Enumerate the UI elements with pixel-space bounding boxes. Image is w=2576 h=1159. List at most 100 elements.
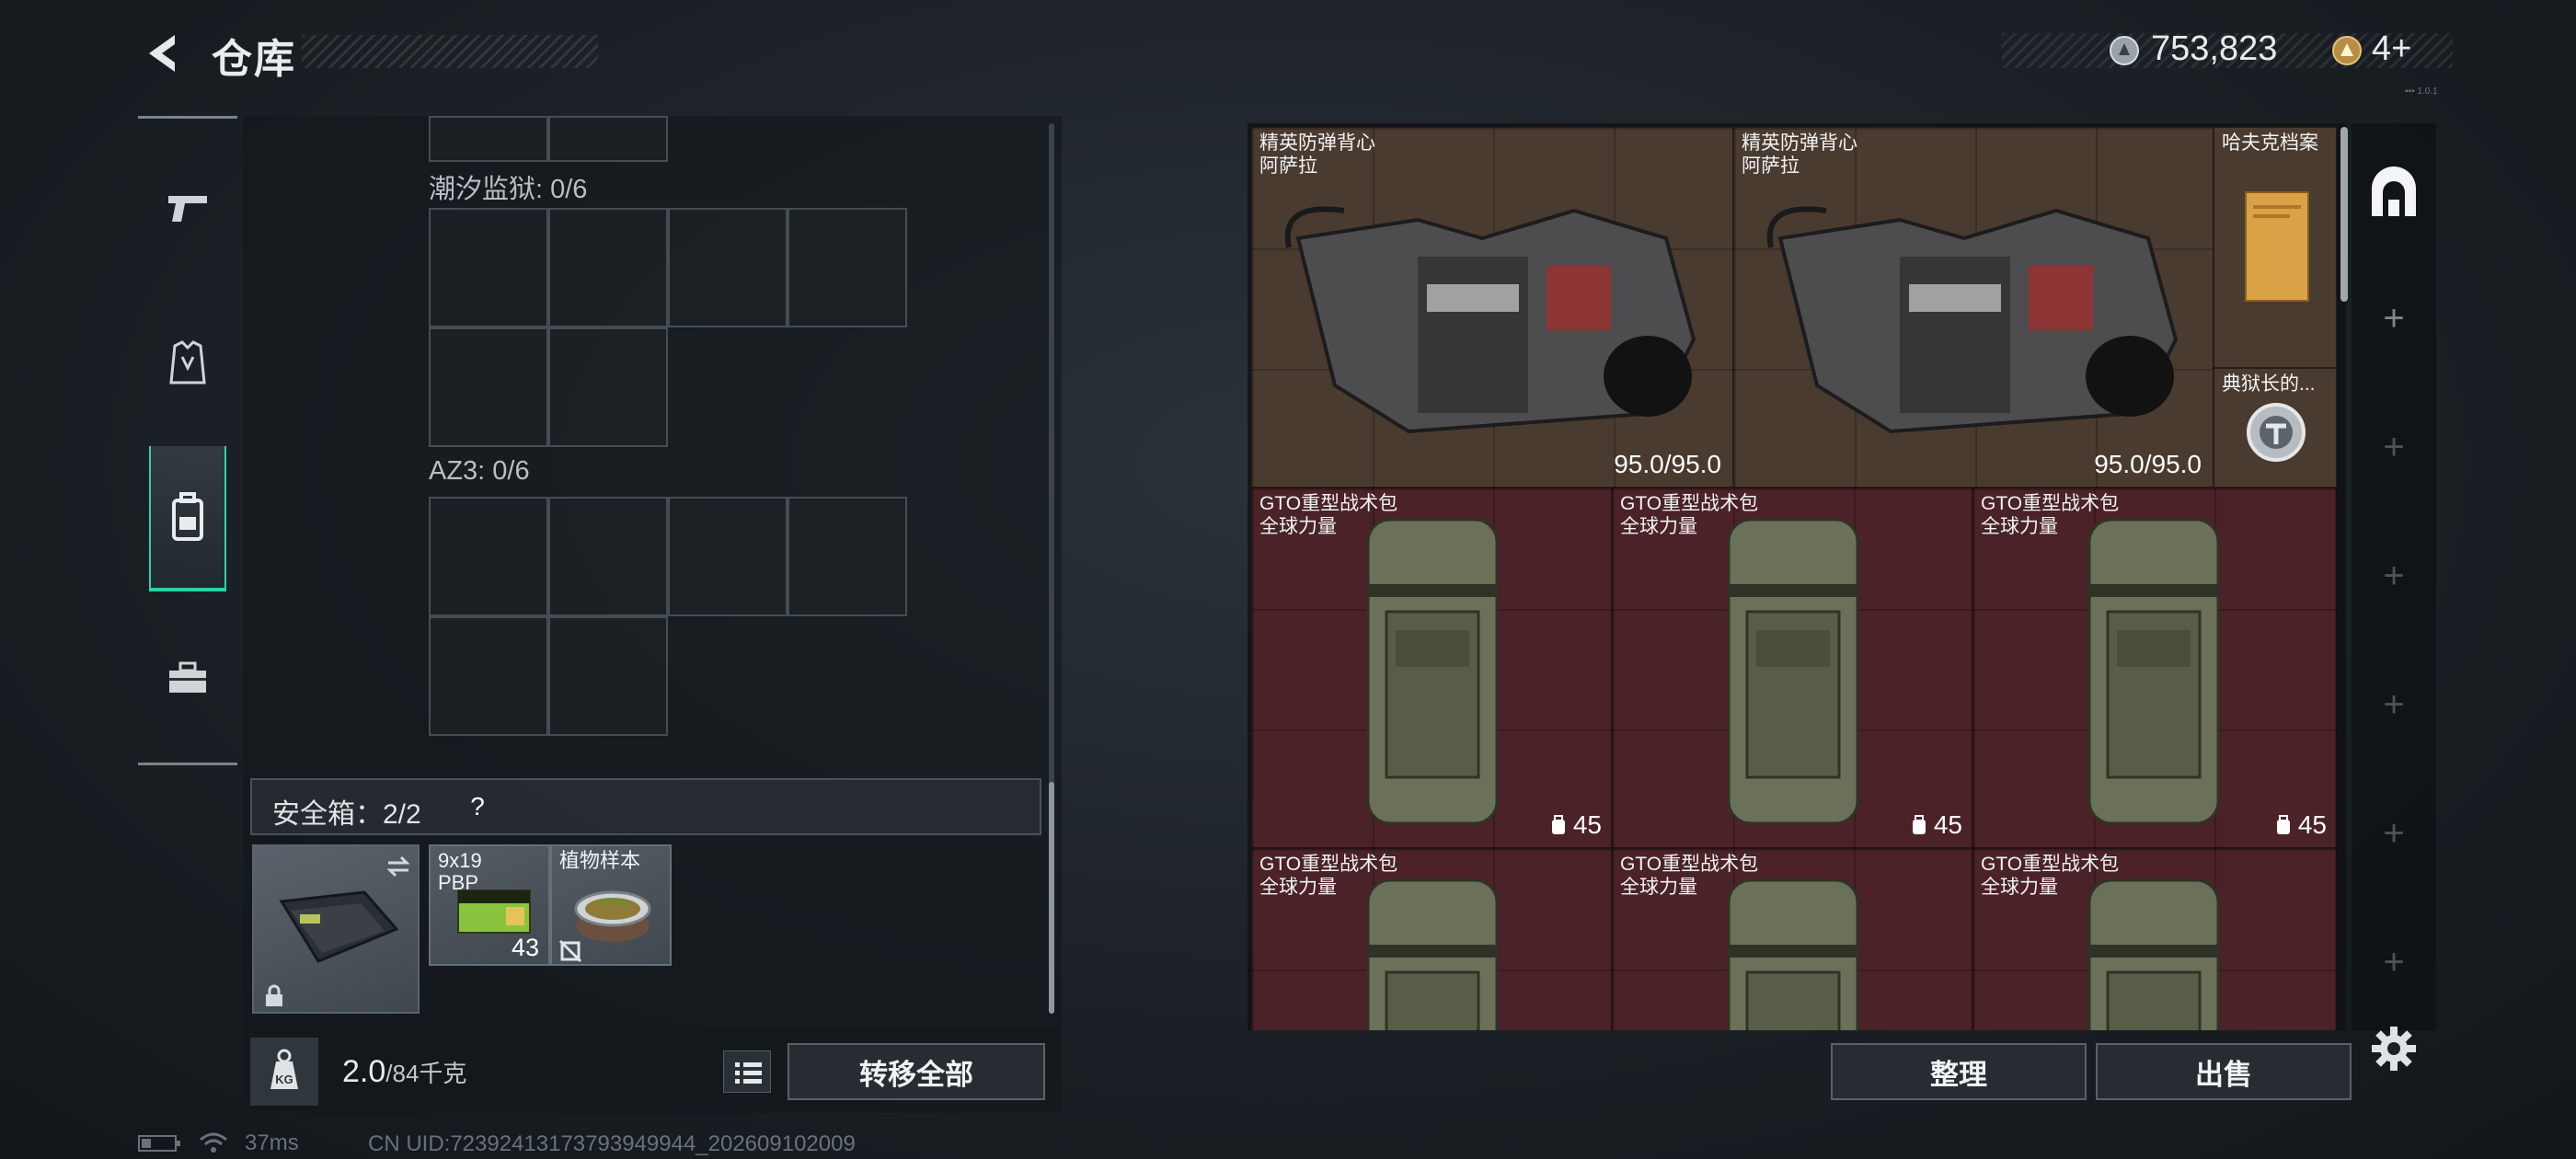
help-button[interactable]: ? xyxy=(460,789,495,824)
backpack-graphic xyxy=(1366,518,1499,825)
plus-icon: + xyxy=(2383,683,2405,725)
armor-vest-graphic xyxy=(1284,206,1696,434)
item-capacity: 45 xyxy=(1549,810,1602,840)
category-armor[interactable] xyxy=(149,317,226,409)
add-stash-tab-button[interactable]: + xyxy=(2374,427,2414,467)
sort-button[interactable]: 整理 xyxy=(1831,1043,2087,1100)
plus-icon: + xyxy=(2383,812,2405,854)
stash-item-vest[interactable]: 精英防弹背心 阿萨拉 95.0/95.0 xyxy=(1251,127,1733,488)
weight-icon: KG xyxy=(270,1049,298,1089)
item-name: 典狱长的... xyxy=(2222,373,2316,395)
capacity-value: 45 xyxy=(2297,810,2327,839)
section-label-az3: AZ3: 0/6 xyxy=(429,456,530,486)
uid-text: CN UID:72392413173793949944_202609102009 xyxy=(368,1131,856,1156)
add-stash-tab-button[interactable]: + xyxy=(2374,942,2414,982)
back-button[interactable] xyxy=(138,28,190,79)
backpack-small-icon xyxy=(1912,815,1926,834)
slot[interactable] xyxy=(668,208,788,327)
add-stash-tab-button[interactable]: + xyxy=(2374,298,2414,339)
item-name: 哈夫克档案 xyxy=(2222,132,2318,154)
armor-vest-graphic xyxy=(1766,206,2179,434)
medal-graphic xyxy=(2247,403,2306,462)
back-arrow-icon xyxy=(149,35,175,72)
backpack-graphic xyxy=(1727,878,1859,1030)
sell-button[interactable]: 出售 xyxy=(2096,1043,2352,1100)
ping-value: 37ms xyxy=(245,1130,299,1155)
pistol-icon xyxy=(168,196,207,222)
backpack-small-icon xyxy=(2276,815,2290,834)
safebox-graphic xyxy=(279,890,399,963)
no-trade-icon xyxy=(558,939,582,963)
backpack-small-icon xyxy=(1551,815,1565,834)
backpack-graphic xyxy=(1727,518,1859,825)
swap-icon xyxy=(386,855,410,878)
slot[interactable] xyxy=(668,497,788,616)
coin-balance: 753,823 xyxy=(2151,29,2278,68)
stash-item-vest[interactable]: 精英防弹背心 阿萨拉 95.0/95.0 xyxy=(1733,127,2214,488)
transfer-all-button[interactable]: 转移全部 xyxy=(788,1043,1045,1100)
stash-item-backpack[interactable]: GTO重型战术包 全球力量 45 xyxy=(1612,488,1972,848)
stash-item-backpack[interactable]: GTO重型战术包 全球力量 xyxy=(1612,848,1972,1030)
item-name: 精英防弹背心 阿萨拉 xyxy=(1742,132,1857,177)
title-decoration xyxy=(302,35,598,68)
armor-vest-icon xyxy=(169,340,206,384)
item-count: 43 xyxy=(511,934,539,961)
wifi-icon xyxy=(200,1132,227,1153)
weight-max: /84千克 xyxy=(385,1060,467,1087)
document-folder-graphic xyxy=(2245,191,2309,302)
backpack-graphic xyxy=(1366,878,1499,1030)
stash-item-backpack[interactable]: GTO重型战术包 全球力量 xyxy=(1972,848,2337,1030)
coin-icon xyxy=(2109,35,2140,66)
settings-button[interactable] xyxy=(2368,1023,2420,1074)
item-name: 植物样本 xyxy=(559,849,641,872)
slot[interactable] xyxy=(548,327,668,447)
plant-sample-item[interactable]: 植物样本 xyxy=(550,844,672,966)
premium-coin-icon xyxy=(2331,35,2363,66)
item-name: 精英防弹背心 阿萨拉 xyxy=(1259,132,1375,177)
slot[interactable] xyxy=(548,208,668,327)
premium-balance[interactable]: 4+ xyxy=(2372,29,2411,69)
ammo-item[interactable]: 9x19 PBP 43 xyxy=(429,844,550,966)
slot[interactable] xyxy=(429,327,548,447)
add-stash-tab-button[interactable]: + xyxy=(2374,556,2414,596)
category-weapons[interactable] xyxy=(149,161,226,253)
slot[interactable] xyxy=(548,497,668,616)
status-bar: 37ms xyxy=(138,1130,299,1157)
backpack-icon xyxy=(172,492,203,541)
backpack-graphic xyxy=(2087,518,2220,825)
item-durability: 95.0/95.0 xyxy=(2094,450,2202,478)
add-stash-tab-button[interactable]: + xyxy=(2374,813,2414,854)
slot[interactable] xyxy=(429,208,548,327)
stash-scroll-thumb[interactable] xyxy=(2340,127,2348,302)
slot[interactable] xyxy=(429,116,548,162)
capacity-value: 45 xyxy=(1572,810,1602,839)
item-capacity: 45 xyxy=(2274,810,2327,840)
slot[interactable] xyxy=(788,208,907,327)
stash-item-backpack[interactable]: GTO重型战术包 全球力量 45 xyxy=(1251,488,1612,848)
stash-icon xyxy=(2372,166,2416,216)
slot[interactable] xyxy=(788,497,907,616)
stash-item-file[interactable]: 哈夫克档案 xyxy=(2214,127,2337,368)
ammo-box-graphic xyxy=(457,889,531,934)
list-view-button[interactable] xyxy=(723,1050,771,1093)
slot[interactable] xyxy=(548,116,668,162)
toolbox-icon xyxy=(169,661,206,693)
category-backpack[interactable] xyxy=(149,446,226,591)
gear-icon xyxy=(2372,1027,2416,1071)
slot[interactable] xyxy=(429,497,548,616)
slot[interactable] xyxy=(429,616,548,736)
stash-item-warden[interactable]: 典狱长的... xyxy=(2214,368,2337,488)
category-tools[interactable] xyxy=(149,632,226,724)
battery-icon xyxy=(138,1135,180,1152)
slot[interactable] xyxy=(548,616,668,736)
capacity-value: 45 xyxy=(1933,810,1962,839)
stash-grid: 精英防弹背心 阿萨拉 95.0/95.0 精英防弹背心 阿萨拉 95.0/95.… xyxy=(1251,127,2337,1030)
add-stash-tab-button[interactable]: + xyxy=(2374,684,2414,725)
item-capacity: 45 xyxy=(1910,810,1962,840)
stash-item-backpack[interactable]: GTO重型战术包 全球力量 45 xyxy=(1972,488,2337,848)
stash-tab-main[interactable] xyxy=(2357,153,2431,235)
stash-item-backpack[interactable]: GTO重型战术包 全球力量 xyxy=(1251,848,1612,1030)
plus-icon: + xyxy=(2383,555,2405,596)
safebox-case[interactable] xyxy=(252,844,420,1014)
left-scroll-thumb[interactable] xyxy=(1049,782,1054,1014)
